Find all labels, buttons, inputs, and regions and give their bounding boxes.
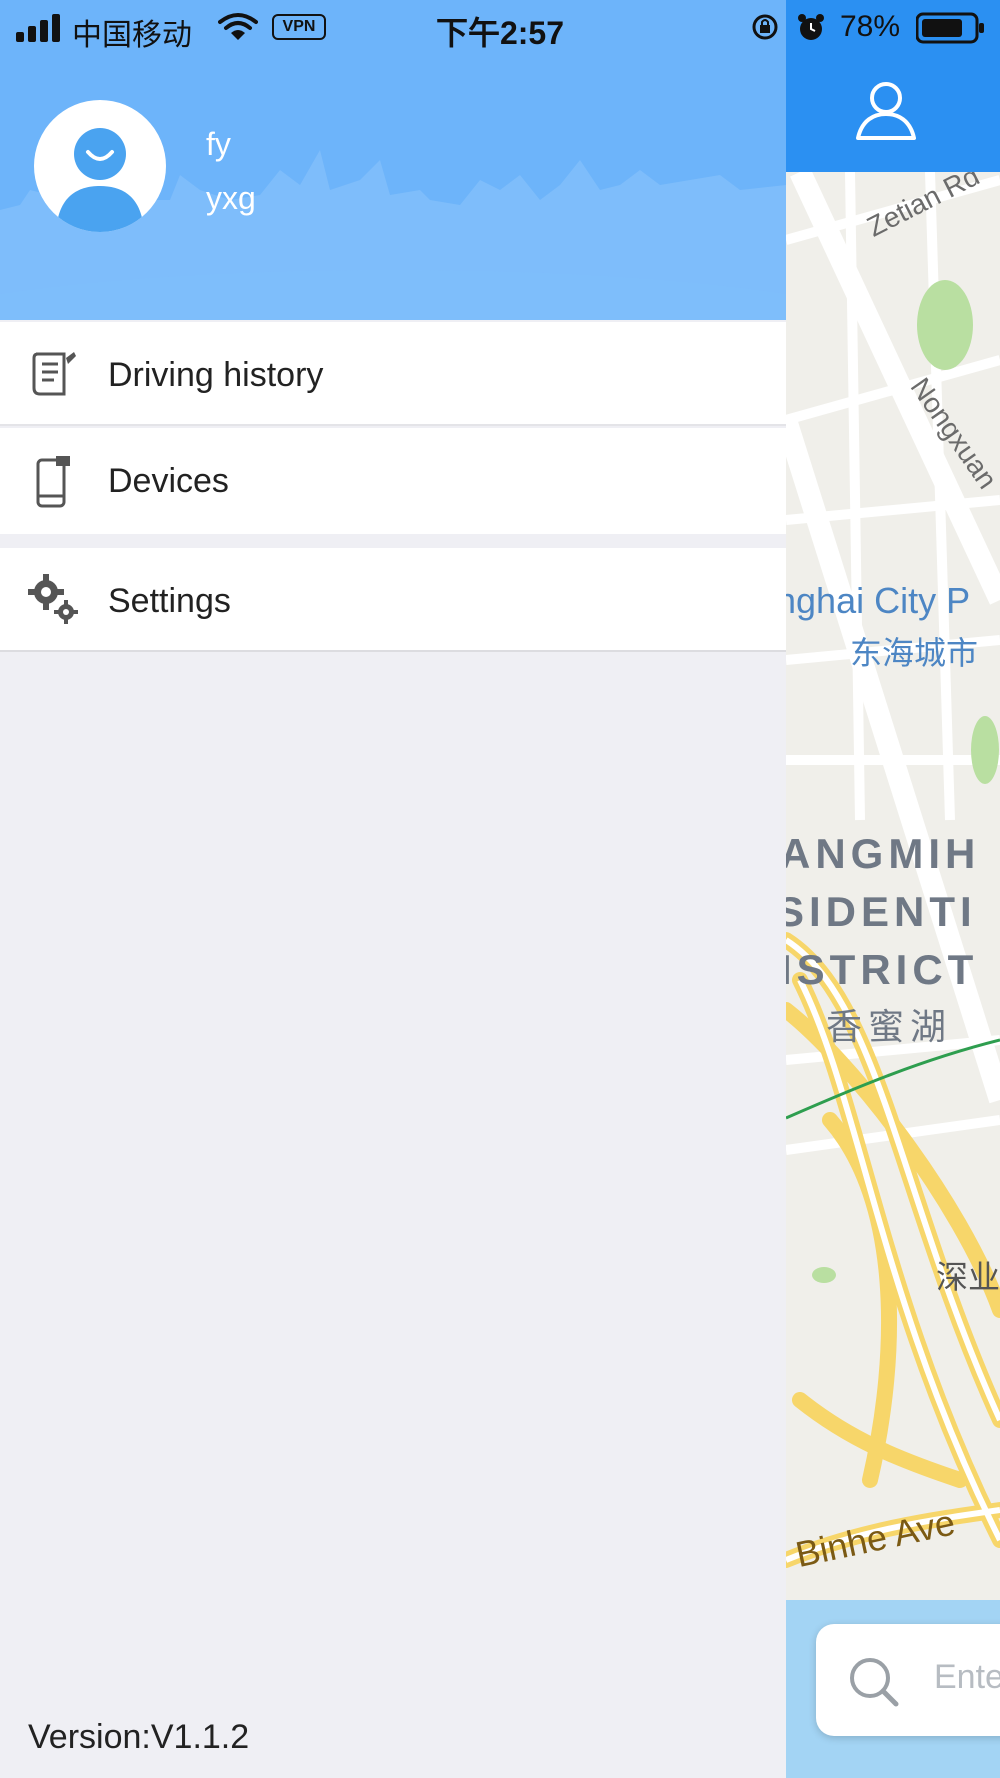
- app-version: Version:V1.1.2: [28, 1718, 250, 1756]
- side-drawer: fy yxg Driving history Devices Settings …: [0, 0, 786, 1778]
- menu-label-driving-history: Driving history: [108, 356, 324, 394]
- map-label-district-cn: 香蜜湖: [826, 1006, 953, 1047]
- map-label-district-line2: SIDENTI: [776, 888, 977, 935]
- battery-icon: [916, 12, 984, 44]
- rotation-lock-icon: [752, 14, 778, 40]
- map-label-shen: 深业: [936, 1259, 1000, 1295]
- menu-item-devices[interactable]: Devices: [0, 428, 786, 534]
- user-account: yxg: [206, 180, 256, 216]
- driving-history-icon: [32, 352, 76, 396]
- device-icon: [36, 456, 70, 508]
- avatar-person-icon: [56, 128, 144, 232]
- menu-item-settings[interactable]: Settings: [0, 548, 786, 652]
- avatar[interactable]: [34, 100, 166, 232]
- map-label-district-line3: ISTRICT: [780, 946, 979, 993]
- alarm-icon: [798, 14, 824, 40]
- search-icon: [850, 1658, 899, 1707]
- search-placeholder: Ente: [934, 1658, 1000, 1696]
- map-label-district-line1: ANGMIH: [780, 830, 981, 877]
- settings-gear-icon: [28, 574, 78, 624]
- menu-label-settings: Settings: [108, 582, 231, 620]
- status-bar: 中国移动 VPN 下午2:57 78%: [0, 0, 1000, 56]
- menu-item-driving-history[interactable]: Driving history: [0, 322, 786, 426]
- map-label-city-park-en: nghai City P: [776, 580, 971, 621]
- menu-label-devices: Devices: [108, 462, 229, 500]
- map-search-box[interactable]: Ente: [816, 1624, 1000, 1736]
- user-name: fy: [206, 126, 231, 162]
- map-label-city-park-cn: 东海城市: [850, 635, 979, 671]
- user-profile-button[interactable]: [850, 76, 922, 148]
- user-icon: [856, 82, 916, 140]
- battery-percent: 78%: [840, 10, 901, 43]
